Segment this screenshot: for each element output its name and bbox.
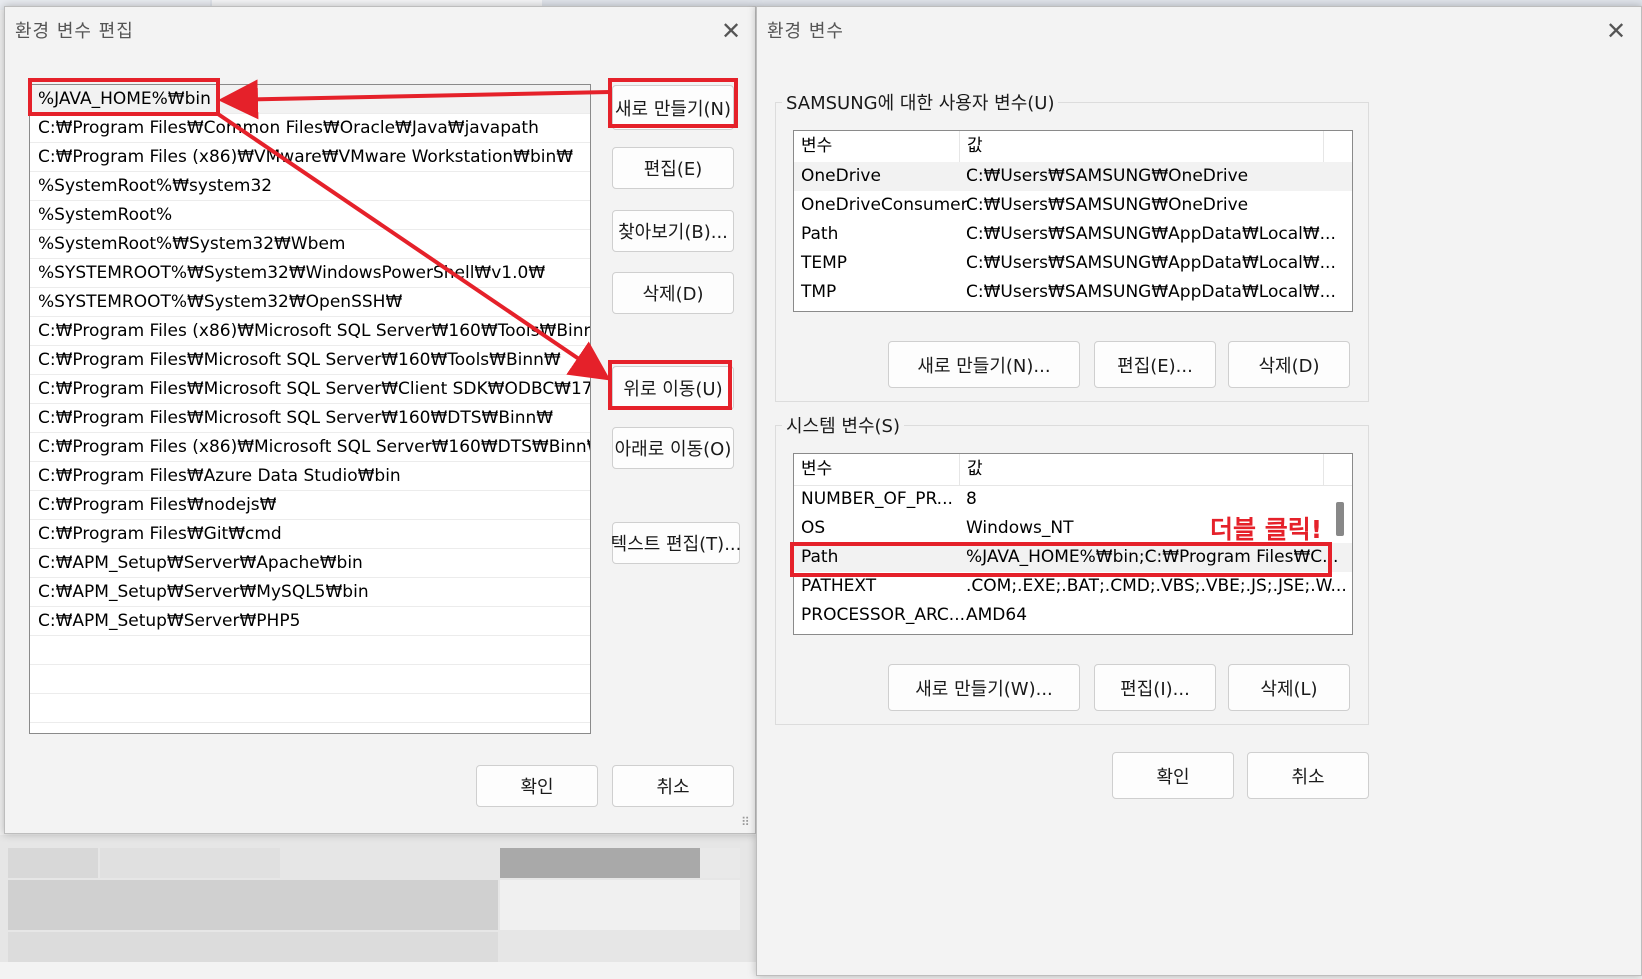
path-list-item[interactable]: C:₩Program Files (x86)₩Microsoft SQL Ser…	[30, 433, 590, 462]
path-list-item[interactable]: %SYSTEMROOT%₩System32₩OpenSSH₩	[30, 288, 590, 317]
user-vars-table[interactable]: 변수 값 OneDrive C:₩Users₩SAMSUNG₩OneDrive On…	[793, 130, 1353, 312]
variable-value: 8	[966, 489, 977, 509]
table-row[interactable]: Path C:₩Users₩SAMSUNG₩AppData₩Local₩...	[794, 220, 1352, 249]
edit-env-var-dialog: 환경 변수 편집 ✕ %JAVA_HOME%₩bin C:₩Program Fil…	[4, 6, 756, 834]
variable-value: C:₩Users₩SAMSUNG₩AppData₩Local₩...	[966, 253, 1336, 273]
variable-value: C:₩Users₩SAMSUNG₩AppData₩Local₩...	[966, 282, 1336, 302]
variable-value: C:₩Users₩SAMSUNG₩OneDrive	[966, 195, 1249, 215]
column-header-name[interactable]: 변수	[794, 454, 960, 485]
variable-name: NUMBER_OF_PR...	[801, 489, 953, 509]
dialog-title: 환경 변수 편집	[15, 21, 134, 42]
column-header-name[interactable]: 변수	[794, 131, 960, 162]
path-list-item[interactable]: %SYSTEMROOT%₩System32₩WindowsPowerShell₩…	[30, 259, 590, 288]
scrollbar-thumb[interactable]	[1336, 502, 1344, 536]
path-list-item[interactable]: C:₩Program Files₩nodejs₩	[30, 491, 590, 520]
path-list-item[interactable]: C:₩Program Files₩Azure Data Studio₩bin	[30, 462, 590, 491]
variable-name: PATHEXT	[801, 576, 877, 596]
close-icon[interactable]: ✕	[717, 17, 745, 45]
system-edit-button[interactable]: 편집(I)...	[1094, 664, 1216, 711]
variable-name: TEMP	[801, 253, 848, 273]
path-list-item[interactable]: C:₩Program Files₩Microsoft SQL Server₩16…	[30, 346, 590, 375]
path-list-item[interactable]: C:₩APM_Setup₩Server₩MySQL5₩bin	[30, 578, 590, 607]
variable-name: TMP	[801, 282, 837, 302]
table-row[interactable]: OneDrive C:₩Users₩SAMSUNG₩OneDrive	[794, 162, 1352, 191]
path-list-item[interactable]: C:₩Program Files₩Microsoft SQL Server₩Cl…	[30, 375, 590, 404]
user-edit-button[interactable]: 편집(E)...	[1094, 341, 1216, 388]
user-vars-group-title: SAMSUNG에 대한 사용자 변수(U)	[782, 89, 1059, 115]
edit-text-button[interactable]: 텍스트 편집(T)...	[611, 522, 741, 564]
resize-grip-icon[interactable]: ⠿	[741, 815, 750, 829]
table-header: 변수 값	[794, 454, 1352, 486]
cancel-button[interactable]: 취소	[612, 765, 734, 807]
variable-value: AMD64	[966, 605, 1028, 625]
move-down-button[interactable]: 아래로 이동(O)	[612, 427, 734, 469]
path-list-item[interactable]: %SystemRoot%₩System32₩Wbem	[30, 230, 590, 259]
path-list-item[interactable]: C:₩Program Files₩Common Files₩Oracle₩Jav…	[30, 114, 590, 143]
table-row[interactable]: OneDriveConsumer C:₩Users₩SAMSUNG₩OneDriv…	[794, 191, 1352, 220]
move-up-button[interactable]: 위로 이동(U)	[612, 366, 734, 410]
variable-name: Path	[801, 224, 839, 244]
variable-value: C:₩Users₩SAMSUNG₩OneDrive	[966, 166, 1249, 186]
path-list-item[interactable]: C:₩Program Files (x86)₩Microsoft SQL Ser…	[30, 317, 590, 346]
system-vars-group: 시스템 변수(S) 변수 값 NUMBER_OF_PR... 8 OS Windows…	[775, 412, 1369, 725]
column-header-value[interactable]: 값	[960, 131, 1324, 162]
delete-button[interactable]: 삭제(D)	[612, 272, 734, 314]
path-list-item[interactable]: C:₩Program Files (x86)₩VMware₩VMware Wor…	[30, 143, 590, 172]
edit-button[interactable]: 편집(E)	[612, 147, 734, 189]
path-list-item[interactable]	[30, 694, 590, 723]
dialog-title: 환경 변수	[767, 21, 844, 42]
table-row[interactable]: TMP C:₩Users₩SAMSUNG₩AppData₩Local₩...	[794, 278, 1352, 307]
path-list-item[interactable]: C:₩Program Files₩Microsoft SQL Server₩16…	[30, 404, 590, 433]
variable-value: Windows_NT	[966, 518, 1074, 538]
path-list-item[interactable]: C:₩APM_Setup₩Server₩PHP5	[30, 607, 590, 636]
variable-name: PROCESSOR_ARC...	[801, 605, 966, 625]
variable-name: Path	[801, 547, 839, 567]
system-vars-group-title: 시스템 변수(S)	[782, 412, 904, 438]
path-list-item[interactable]: %SystemRoot%	[30, 201, 590, 230]
path-list-item[interactable]: %JAVA_HOME%₩bin	[30, 85, 590, 114]
variable-name: OS	[801, 518, 826, 538]
user-vars-group: SAMSUNG에 대한 사용자 변수(U) 변수 값 OneDrive C:₩Us…	[775, 89, 1369, 402]
table-row[interactable]: PATHEXT .COM;.EXE;.BAT;.CMD;.VBS;.VBE;.JS…	[794, 572, 1352, 601]
user-delete-button[interactable]: 삭제(D)	[1228, 341, 1350, 388]
table-header: 변수 값	[794, 131, 1352, 163]
variable-name: OneDriveConsumer	[801, 195, 968, 215]
variable-name: OneDrive	[801, 166, 881, 186]
ok-button[interactable]: 확인	[1112, 752, 1234, 799]
path-list-item[interactable]	[30, 665, 590, 694]
browse-button[interactable]: 찾아보기(B)...	[612, 210, 734, 252]
cancel-button[interactable]: 취소	[1247, 752, 1369, 799]
table-row[interactable]: TEMP C:₩Users₩SAMSUNG₩AppData₩Local₩...	[794, 249, 1352, 278]
path-list-item[interactable]: %SystemRoot%₩system32	[30, 172, 590, 201]
env-vars-dialog: 환경 변수 ✕ SAMSUNG에 대한 사용자 변수(U) 변수 값 OneDr…	[756, 6, 1642, 976]
path-list[interactable]: %JAVA_HOME%₩bin C:₩Program Files₩Common F…	[29, 84, 591, 734]
new-button[interactable]: 새로 만들기(N)	[612, 85, 734, 130]
path-list-item[interactable]: C:₩APM_Setup₩Server₩Apache₩bin	[30, 549, 590, 578]
system-new-button[interactable]: 새로 만들기(W)...	[888, 664, 1080, 711]
table-row[interactable]: PROCESSOR_ARC... AMD64	[794, 601, 1352, 630]
column-header-value[interactable]: 값	[960, 454, 1324, 485]
variable-value: C:₩Users₩SAMSUNG₩AppData₩Local₩...	[966, 224, 1336, 244]
ok-button[interactable]: 확인	[476, 765, 598, 807]
variable-value: .COM;.EXE;.BAT;.CMD;.VBS;.VBE;.JS;.JSE;.…	[966, 576, 1347, 596]
double-click-annotation: 더블 클릭!	[1210, 515, 1323, 544]
user-new-button[interactable]: 새로 만들기(N)...	[888, 341, 1080, 388]
path-list-item[interactable]	[30, 636, 590, 665]
table-row[interactable]: Path %JAVA_HOME%₩bin;C:₩Program Files₩C..…	[794, 543, 1352, 572]
path-list-item[interactable]: C:₩Program Files₩Git₩cmd	[30, 520, 590, 549]
close-icon[interactable]: ✕	[1602, 17, 1630, 45]
variable-value: %JAVA_HOME%₩bin;C:₩Program Files₩C...	[966, 547, 1339, 567]
system-delete-button[interactable]: 삭제(L)	[1228, 664, 1350, 711]
